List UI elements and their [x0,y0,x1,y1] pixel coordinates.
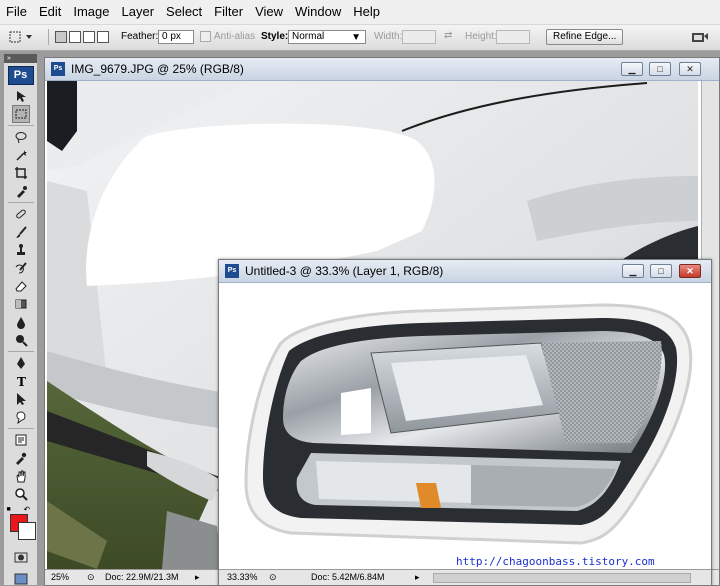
selection-mode-group [48,29,109,45]
options-bar: Feather: 0 px Anti-alias Style: Normal ▼… [0,25,720,51]
menu-view[interactable]: View [249,0,289,24]
toolbox-separator [7,428,34,429]
crop-tool-icon[interactable] [12,164,30,182]
status-bar-untitled3: 33.33% ⊙ Doc: 5.42M/6.84M ▸ [219,569,711,585]
minimize-button[interactable]: ▁ [622,264,644,278]
background-color[interactable] [17,522,36,540]
title-bar-img9679[interactable]: Ps IMG_9679.JPG @ 25% (RGB/8) ▁ □ ✕ [45,58,719,81]
eyedropper-tool-icon[interactable] [12,182,30,200]
doc-size: Doc: 5.42M/6.84M [311,572,385,582]
headlight-image [244,303,693,545]
toolbox-separator [7,202,34,203]
canvas-untitled3[interactable]: http://chagoonbass.tistory.com [221,283,709,569]
document-title: IMG_9679.JPG @ 25% (RGB/8) [71,62,244,76]
swap-dimensions-icon[interactable]: ⇄ [444,30,452,41]
menu-file[interactable]: File [0,0,33,24]
gradient-tool-icon[interactable] [12,295,30,313]
status-arrow-icon[interactable]: ▸ [195,572,200,583]
rect-marquee-preset-icon [9,31,32,43]
svg-text:T: T [17,375,26,388]
watermark-text: http://chagoonbass.tistory.com [456,555,655,568]
toolbox-separator [7,351,34,352]
maximize-button[interactable]: □ [649,62,671,76]
tool-preset-picker[interactable] [8,30,36,44]
tool-list: T [4,87,37,503]
magic-wand-icon[interactable] [12,146,30,164]
path-selection-icon[interactable] [12,390,30,408]
quick-mask-icon[interactable] [12,548,30,566]
horizontal-scrollbar[interactable] [433,573,691,583]
menu-filter[interactable]: Filter [208,0,249,24]
brush-tool-icon[interactable] [12,223,30,241]
hand-tool-icon[interactable] [12,467,30,485]
blur-tool-icon[interactable] [12,313,30,331]
eyedropper-icon[interactable] [12,449,30,467]
antialias-box [200,31,211,42]
status-menu-icon[interactable]: ⊙ [87,572,95,583]
dodge-tool-icon[interactable] [12,331,30,349]
status-arrow-icon[interactable]: ▸ [415,572,420,583]
photoshop-app: File Edit Image Layer Select Filter View… [0,0,720,586]
swap-colors-icon[interactable]: ↶ [24,505,31,514]
ps-document-icon: Ps [51,62,65,76]
move-tool-icon[interactable] [12,87,30,105]
intersect-selection-icon[interactable] [97,31,109,43]
add-selection-icon[interactable] [69,31,81,43]
style-select[interactable]: Normal ▼ [288,30,366,44]
custom-shape-icon[interactable] [12,408,30,426]
height-label: Height: [465,31,497,42]
menu-window[interactable]: Window [289,0,347,24]
workspace-glyph [692,33,708,42]
antialias-label: Anti-alias [214,31,256,42]
menu-select[interactable]: Select [160,0,208,24]
default-colors-icon[interactable]: ■ [7,506,11,513]
marquee-tool-icon[interactable] [11,105,30,123]
style-value: Normal [292,31,325,42]
height-input[interactable] [496,30,530,44]
healing-brush-icon[interactable] [12,205,30,223]
type-tool-icon[interactable]: T [12,372,30,390]
ps-logo: Ps [7,66,34,85]
status-menu-icon[interactable]: ⊙ [269,572,277,583]
zoom-level[interactable]: 25% [51,572,69,582]
lasso-tool-icon[interactable] [12,128,30,146]
screen-mode-icon[interactable] [12,570,30,586]
close-button[interactable]: ✕ [679,62,701,76]
ps-document-icon: Ps [225,264,239,278]
doc-size: Doc: 22.9M/21.3M [105,572,179,582]
title-bar-untitled3[interactable]: Ps Untitled-3 @ 33.3% (Layer 1, RGB/8) ▁… [219,260,711,283]
menu-image[interactable]: Image [67,0,115,24]
minimize-button[interactable]: ▁ [621,62,643,76]
workspace-icon[interactable] [691,30,709,44]
document-title: Untitled-3 @ 33.3% (Layer 1, RGB/8) [245,264,444,278]
refine-edge-button[interactable]: Refine Edge... [546,29,624,45]
antialias-checkbox[interactable]: Anti-alias [200,31,255,42]
zoom-tool-icon[interactable] [12,485,30,503]
toolbox-separator [7,125,34,126]
menu-edit[interactable]: Edit [33,0,67,24]
width-label: Width: [374,31,403,42]
zoom-level[interactable]: 33.33% [227,572,258,582]
style-label: Style: [261,31,289,42]
subtract-selection-icon[interactable] [83,31,95,43]
color-swatches: ■ ↶ [6,505,36,544]
close-button[interactable]: ✕ [679,264,701,278]
eraser-tool-icon[interactable] [12,277,30,295]
width-input[interactable] [402,30,436,44]
toolbox: » Ps T ■ ↶ [3,53,38,586]
menu-bar: File Edit Image Layer Select Filter View… [0,0,720,25]
menu-help[interactable]: Help [347,0,386,24]
toolbox-collapse-icon[interactable]: » [4,54,37,63]
history-brush-icon[interactable] [12,259,30,277]
menu-layer[interactable]: Layer [116,0,161,24]
feather-input[interactable]: 0 px [158,30,194,44]
feather-label: Feather: [121,31,159,42]
new-selection-icon[interactable] [55,31,67,43]
pen-tool-icon[interactable] [12,354,30,372]
clone-stamp-icon[interactable] [12,241,30,259]
notes-tool-icon[interactable] [12,431,30,449]
document-window-untitled3[interactable]: Ps Untitled-3 @ 33.3% (Layer 1, RGB/8) ▁… [218,259,712,586]
maximize-button[interactable]: □ [650,264,672,278]
chevron-down-icon: ▼ [351,32,361,43]
